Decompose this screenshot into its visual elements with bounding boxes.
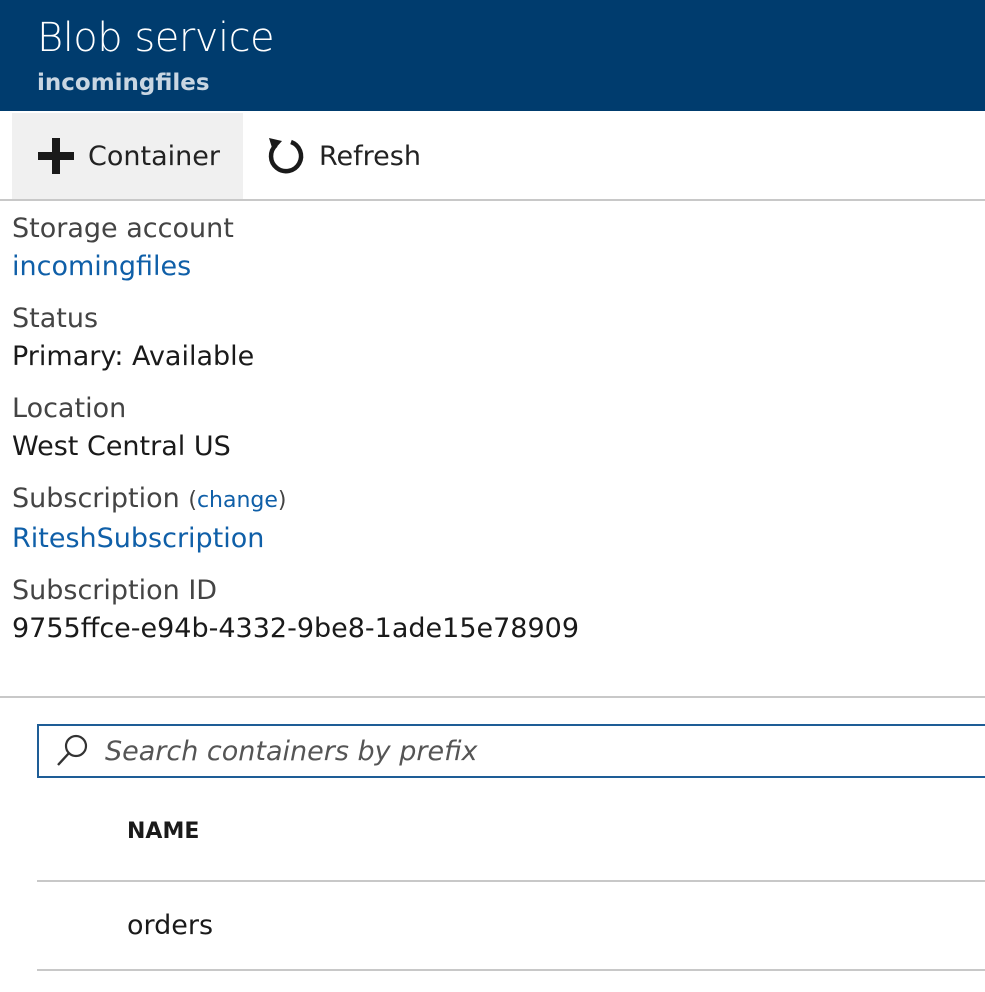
search-input[interactable]: [103, 734, 927, 768]
blade-subtitle: incomingfiles: [37, 70, 210, 96]
add-container-label: Container: [88, 140, 220, 172]
blade-title: Blob service: [37, 15, 275, 61]
storage-account-label: Storage account: [12, 213, 234, 244]
search-box[interactable]: [37, 724, 985, 778]
status-label: Status: [12, 303, 99, 334]
table-row[interactable]: orders: [37, 882, 985, 971]
containers-table: NAME orders: [37, 800, 985, 971]
subscription-value: RiteshSubscription: [12, 520, 972, 558]
refresh-button[interactable]: Refresh: [243, 113, 443, 199]
column-header-name[interactable]: NAME: [127, 819, 199, 844]
add-container-button[interactable]: Container: [12, 113, 243, 199]
blade-header: Blob service incomingfiles: [0, 0, 985, 111]
subscription-id-value: 9755ffce-e94b-4332-9be8-1ade15e78909: [12, 613, 579, 644]
essentials-panel: Storage account incomingfiles Status Pri…: [12, 210, 972, 662]
status-value: Primary: Available: [12, 341, 255, 372]
paren-open: (: [188, 488, 197, 513]
location-value: West Central US: [12, 431, 231, 462]
location-label: Location: [12, 393, 127, 424]
plus-icon: [36, 136, 76, 176]
subscription-link[interactable]: RiteshSubscription: [12, 523, 264, 554]
storage-account-link[interactable]: incomingfiles: [12, 251, 191, 282]
subscription-change-link[interactable]: change: [197, 488, 278, 513]
search-icon: [53, 732, 91, 770]
section-divider: [0, 696, 985, 698]
subscription-label-row: Subscription (change): [12, 480, 972, 520]
refresh-icon: [265, 135, 307, 177]
command-bar: Container Refresh: [0, 111, 985, 201]
refresh-label: Refresh: [319, 140, 421, 172]
paren-close: ): [277, 488, 287, 513]
table-header: NAME: [37, 800, 985, 882]
subscription-id-label: Subscription ID: [12, 575, 218, 606]
subscription-label: Subscription: [12, 483, 180, 514]
container-name-cell: orders: [127, 910, 214, 941]
storage-account-value: incomingfiles: [12, 248, 972, 286]
